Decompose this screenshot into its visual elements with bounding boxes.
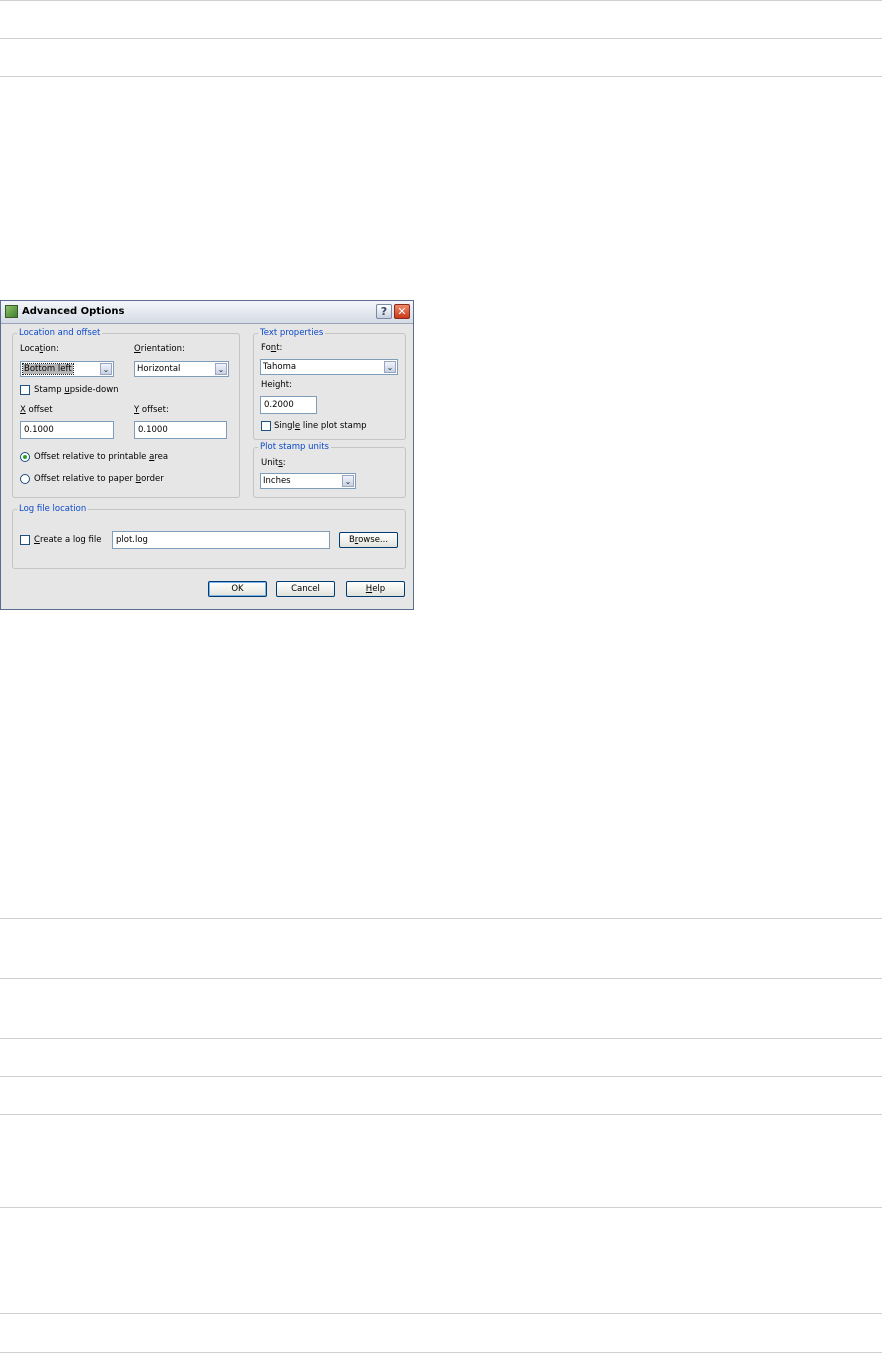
plot-stamp-units-group: Plot stamp units [253, 442, 406, 498]
help-icon[interactable]: ? [376, 304, 392, 319]
height-label: Height: [261, 380, 292, 390]
orientation-label: Orientation: [134, 344, 185, 354]
log-file-location-legend: Log file location [19, 504, 87, 514]
orientation-select[interactable]: Horizontal ⌄ [134, 361, 229, 377]
location-select-value: Bottom left [22, 363, 74, 375]
y-offset-input[interactable]: 0.1000 [134, 421, 227, 439]
divider-line [0, 1114, 882, 1115]
location-select[interactable]: Bottom left ⌄ [20, 361, 114, 377]
log-file-path-input[interactable]: plot.log [112, 531, 330, 549]
offset-paper-border-label[interactable]: Offset relative to paper border [34, 474, 164, 484]
single-line-plot-stamp-label[interactable]: Single line plot stamp [274, 421, 367, 431]
chevron-down-icon[interactable]: ⌄ [384, 361, 396, 373]
divider-line [0, 1076, 882, 1077]
ok-button[interactable]: OK [208, 581, 267, 597]
stamp-upside-down-label[interactable]: Stamp upside-down [34, 385, 119, 395]
x-offset-value: 0.1000 [24, 425, 54, 435]
divider-line [0, 1313, 882, 1314]
dialog-client-area: Location and offset Location: Bottom lef… [1, 324, 413, 609]
dialog-title: Advanced Options [22, 306, 125, 317]
x-offset-label: X offset [20, 405, 53, 415]
create-log-file-label[interactable]: Create a log file [34, 535, 101, 545]
divider-line [0, 1207, 882, 1208]
log-file-path-value: plot.log [116, 535, 148, 545]
cancel-button[interactable]: Cancel [276, 581, 335, 597]
font-select-value: Tahoma [263, 362, 297, 372]
chevron-down-icon[interactable]: ⌄ [215, 363, 227, 375]
divider-line [0, 76, 882, 77]
divider-line [0, 978, 882, 979]
units-select-value: Inches [263, 476, 291, 486]
height-value: 0.2000 [264, 400, 294, 410]
plot-stamp-app-icon [5, 305, 18, 318]
divider-line [0, 918, 882, 919]
browse-button[interactable]: Browse... [339, 532, 398, 548]
units-label: Units: [261, 458, 286, 468]
single-line-plot-stamp-checkbox[interactable] [261, 421, 271, 431]
divider-line [0, 0, 882, 1]
x-offset-input[interactable]: 0.1000 [20, 421, 114, 439]
orientation-select-value: Horizontal [137, 364, 181, 374]
height-input[interactable]: 0.2000 [260, 396, 317, 414]
plot-stamp-units-legend: Plot stamp units [260, 442, 329, 452]
advanced-options-dialog: Advanced Options ? ✕ Location and offset… [0, 300, 414, 610]
offset-printable-area-radio[interactable] [20, 452, 30, 462]
help-button[interactable]: Help [346, 581, 405, 597]
divider-line [0, 1038, 882, 1039]
offset-printable-area-label[interactable]: Offset relative to printable area [34, 452, 168, 462]
stamp-upside-down-checkbox[interactable] [20, 385, 30, 395]
location-offset-legend: Location and offset [19, 328, 101, 338]
chevron-down-icon[interactable]: ⌄ [342, 475, 354, 487]
font-select[interactable]: Tahoma ⌄ [260, 359, 398, 375]
text-properties-legend: Text properties [260, 328, 324, 338]
offset-paper-border-radio[interactable] [20, 474, 30, 484]
y-offset-label: Y offset: [134, 405, 169, 415]
divider-line [0, 38, 882, 39]
create-log-file-checkbox[interactable] [20, 535, 30, 545]
chevron-down-icon[interactable]: ⌄ [100, 363, 112, 375]
title-bar[interactable]: Advanced Options ? ✕ [1, 301, 413, 324]
close-icon[interactable]: ✕ [394, 304, 410, 319]
font-label: Font: [261, 343, 283, 353]
units-select[interactable]: Inches ⌄ [260, 473, 356, 489]
y-offset-value: 0.1000 [138, 425, 168, 435]
location-label: Location: [20, 344, 59, 354]
divider-line [0, 1352, 882, 1353]
